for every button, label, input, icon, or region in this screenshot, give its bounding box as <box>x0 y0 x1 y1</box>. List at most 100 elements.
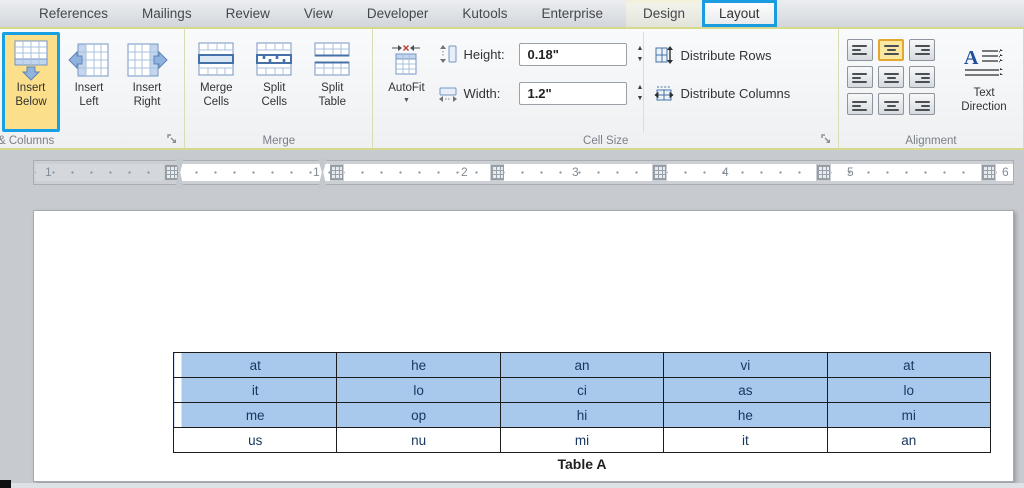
ruler-number: 1 <box>313 165 320 179</box>
distribute-rows-button[interactable]: Distribute Rows <box>652 42 836 68</box>
ruler-table-marker-icon[interactable] <box>491 165 504 180</box>
table-cell[interactable]: lo <box>826 377 992 403</box>
table-row-selected[interactable]: it lo ci as lo <box>172 377 992 403</box>
distribute-columns-label: Distribute Columns <box>680 85 791 101</box>
table-cell[interactable]: me <box>172 402 338 428</box>
height-spinner[interactable]: ▲ ▼ <box>636 45 643 63</box>
merge-cells-button[interactable]: Merge Cells <box>187 32 245 132</box>
dialog-launcher-icon[interactable] <box>821 134 833 146</box>
alignment-grid <box>847 39 935 116</box>
table-tools-contextual-tabs: Design Layout <box>625 0 777 27</box>
table-cell[interactable]: it <box>663 427 828 453</box>
tab-design[interactable]: Design <box>626 0 702 27</box>
spinner-down-icon[interactable]: ▼ <box>636 95 643 102</box>
spinner-up-icon[interactable]: ▲ <box>636 84 643 91</box>
align-bottom-left-button[interactable] <box>847 93 873 115</box>
table-cell[interactable]: ci <box>499 377 665 403</box>
insert-left-icon <box>68 38 110 82</box>
dialog-launcher-icon[interactable] <box>167 134 179 146</box>
tab-developer[interactable]: Developer <box>350 0 446 27</box>
table-cell[interactable]: an <box>826 427 992 453</box>
align-center-left-button[interactable] <box>847 66 873 88</box>
align-top-right-button[interactable] <box>909 39 935 61</box>
merge-cells-label: Merge Cells <box>199 82 233 108</box>
align-bottom-right-button[interactable] <box>909 93 935 115</box>
tab-mailings[interactable]: Mailings <box>125 0 209 27</box>
table-cell[interactable]: as <box>663 377 828 403</box>
height-input[interactable] <box>519 42 628 66</box>
table-cell[interactable]: mi <box>826 402 992 428</box>
document-table[interactable]: at he an vi at it lo ci as lo me op hi h… <box>172 352 992 453</box>
row-height-icon <box>437 44 459 64</box>
spinner-up-icon[interactable]: ▲ <box>636 45 643 52</box>
table-cell[interactable]: he <box>336 352 501 378</box>
insert-right-button[interactable]: Insert Right <box>118 32 176 132</box>
split-cells-button[interactable]: Split Cells <box>245 32 303 132</box>
document-page[interactable]: at he an vi at it lo ci as lo me op hi h… <box>33 210 1014 482</box>
ruler-table-marker-icon[interactable] <box>982 165 995 180</box>
ribbon-layout-tab-content: Insert Below Insert Left Insert Right & … <box>0 29 1024 150</box>
table-cell[interactable]: mi <box>499 427 665 453</box>
table-cell[interactable]: an <box>499 352 665 378</box>
table-cell[interactable]: vi <box>663 352 828 378</box>
table-cell[interactable]: us <box>172 427 338 453</box>
table-cell[interactable]: op <box>336 402 501 428</box>
table-cell[interactable]: lo <box>336 377 501 403</box>
table-cell[interactable]: at <box>826 352 992 378</box>
table-row-selected[interactable]: at he an vi at <box>172 352 992 378</box>
insert-left-label: Insert Left <box>74 82 104 108</box>
split-cells-icon <box>253 38 295 82</box>
insert-below-button[interactable]: Insert Below <box>2 32 60 132</box>
group-label-rows-columns: & Columns <box>0 135 55 147</box>
width-spinner[interactable]: ▲ ▼ <box>636 84 643 102</box>
align-top-left-button[interactable] <box>847 39 873 61</box>
ruler-table-marker-icon[interactable] <box>165 165 178 180</box>
text-direction-button[interactable]: A Text Direction <box>947 37 1021 116</box>
insert-left-button[interactable]: Insert Left <box>60 32 118 132</box>
group-alignment: A Text Direction Alignment <box>839 29 1024 148</box>
table-cell[interactable]: hi <box>499 402 665 428</box>
align-bottom-center-button[interactable] <box>878 93 904 115</box>
align-center-button[interactable] <box>878 66 904 88</box>
table-cell[interactable]: he <box>663 402 828 428</box>
width-label: Width: <box>463 85 501 101</box>
ruler-table-marker-icon[interactable] <box>653 165 666 180</box>
text-direction-label: Text Direction <box>961 87 1007 113</box>
tab-references[interactable]: References <box>22 0 125 27</box>
group-label-merge: Merge <box>262 135 296 147</box>
tab-enterprise[interactable]: Enterprise <box>524 0 620 27</box>
distribute-columns-icon <box>652 83 676 103</box>
table-row[interactable]: us nu mi it an <box>172 427 992 453</box>
ruler-segment <box>344 164 490 181</box>
svg-text:A: A <box>964 47 979 69</box>
table-cell[interactable]: it <box>172 377 338 403</box>
ruler-table-marker-icon[interactable] <box>817 165 830 180</box>
distribute-rows-label: Distribute Rows <box>680 47 772 63</box>
tab-view[interactable]: View <box>287 0 350 27</box>
group-cell-size: AutoFit ▼ Height: ▲ <box>373 29 839 148</box>
autofit-button[interactable]: AutoFit ▼ <box>375 32 437 132</box>
tab-layout[interactable]: Layout <box>702 0 777 27</box>
text-direction-icon: A <box>964 43 1004 87</box>
table-row-selected[interactable]: me op hi he mi <box>172 402 992 428</box>
table-cell[interactable]: at <box>172 352 338 378</box>
autofit-label: AutoFit <box>388 82 425 94</box>
insert-below-icon <box>11 38 51 82</box>
ruler-number: 4 <box>722 165 729 179</box>
horizontal-ruler[interactable]: 1 1 2 3 4 5 6 <box>33 158 1014 189</box>
align-top-center-button[interactable] <box>878 39 904 61</box>
tab-kutools[interactable]: Kutools <box>445 0 524 27</box>
width-input[interactable] <box>519 81 628 105</box>
align-center-right-button[interactable] <box>909 66 935 88</box>
column-width-icon <box>437 83 459 103</box>
ruler-table-marker-icon[interactable] <box>330 165 343 180</box>
split-table-button[interactable]: Split Table <box>303 32 361 132</box>
tab-review[interactable]: Review <box>209 0 287 27</box>
document-area: 1 1 2 3 4 5 6 at he an vi at it lo ci as… <box>0 150 1024 488</box>
autofit-dropdown-icon: ▼ <box>403 96 410 104</box>
spinner-down-icon[interactable]: ▼ <box>636 56 643 63</box>
merge-cells-icon <box>195 38 237 82</box>
table-cell[interactable]: nu <box>336 427 501 453</box>
bottom-edge-strip <box>0 483 1024 488</box>
distribute-columns-button[interactable]: Distribute Columns <box>652 80 836 106</box>
